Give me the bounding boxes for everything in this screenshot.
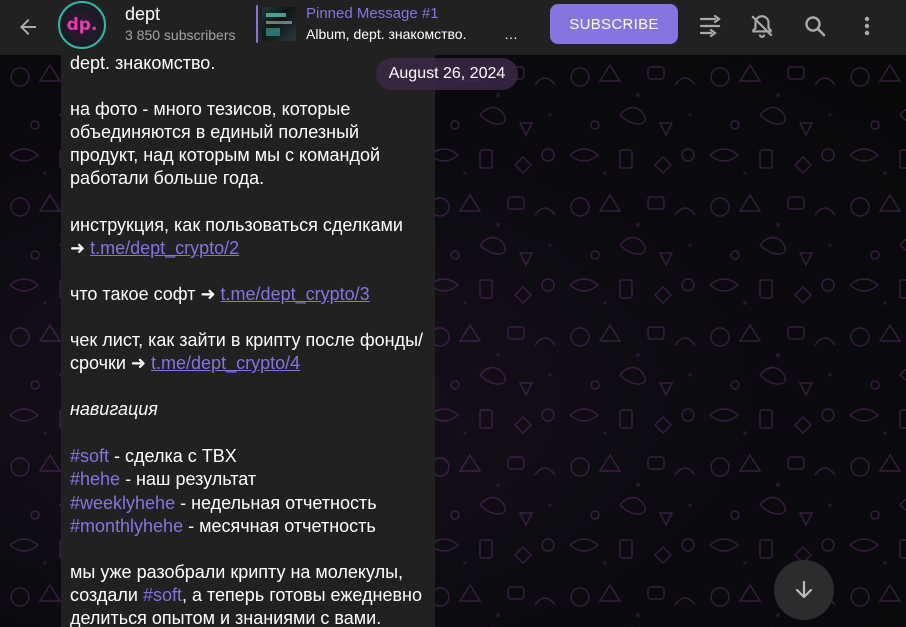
channel-title[interactable]: dept bbox=[125, 4, 160, 25]
message-line: что такое софт ➜ t.me/dept_crypto/3 bbox=[70, 283, 370, 306]
tag-description: - месячная отчетность bbox=[183, 516, 376, 536]
message-line: чек лист, как зайти в крипту после фонды… bbox=[70, 330, 424, 350]
live-stream-icon bbox=[699, 14, 721, 38]
hashtag-weeklyhehe[interactable]: #weeklyhehe bbox=[70, 493, 175, 513]
message-text: срочки ➜ bbox=[70, 353, 152, 373]
hashtag-soft[interactable]: #soft bbox=[143, 585, 182, 605]
message-line: ➜ t.me/dept_crypto/2 bbox=[70, 237, 239, 260]
date-separator: August 26, 2024 bbox=[376, 58, 518, 90]
search-button[interactable] bbox=[799, 10, 831, 42]
arrow-left-icon bbox=[20, 19, 36, 35]
message-text: , а теперь готовы ежедневно bbox=[181, 585, 422, 605]
subscribe-button[interactable]: SUBSCRIBE bbox=[550, 4, 678, 44]
notifications-off-icon bbox=[751, 15, 773, 38]
message-line: объединяются в единый полезный bbox=[70, 122, 360, 142]
message-text: создали bbox=[70, 585, 143, 605]
tag-line: #monthlyhehe - месячная отчетность bbox=[70, 515, 376, 538]
message-line: создали #soft, а теперь готовы ежедневно bbox=[70, 584, 422, 607]
hashtag-hehe[interactable]: #hehe bbox=[70, 469, 120, 489]
tag-description: - сделка с TBX bbox=[109, 446, 237, 466]
tag-line: #weeklyhehe - недельная отчетность bbox=[70, 492, 377, 515]
more-menu-button[interactable] bbox=[851, 10, 883, 42]
message-line: работали больше года. bbox=[70, 168, 265, 188]
message-line: срочки ➜ t.me/dept_crypto/4 bbox=[70, 352, 300, 375]
arrow-glyph: ➜ bbox=[70, 238, 91, 258]
pinned-preview-text: Album, dept. знакомство. bbox=[306, 26, 467, 42]
pinned-message[interactable]: Pinned Message #1 Album, dept. знакомств… bbox=[256, 5, 524, 43]
message-line: делиться опытом и знаниями с вами. bbox=[70, 608, 382, 627]
chat-header: dp. dept 3 850 subscribers Pinned Messag… bbox=[0, 0, 906, 55]
live-stream-button[interactable] bbox=[694, 10, 726, 42]
link-dept-crypto-2[interactable]: t.me/dept_crypto/2 bbox=[90, 238, 239, 258]
arrow-down-icon bbox=[795, 580, 813, 599]
back-button[interactable] bbox=[12, 11, 44, 43]
subscriber-count: 3 850 subscribers bbox=[125, 27, 236, 43]
scroll-to-bottom-button[interactable] bbox=[774, 560, 834, 620]
message-line: продукт, над которым мы с командой bbox=[70, 145, 381, 165]
message-text: что такое софт ➜ bbox=[70, 284, 221, 304]
pinned-ellipsis: … bbox=[504, 26, 518, 42]
message-line: мы уже разобрали крипту на молекулы, bbox=[70, 562, 404, 582]
tag-line: #hehe - наш результат bbox=[70, 468, 256, 491]
pinned-thumbnail bbox=[262, 7, 296, 41]
hashtag-soft[interactable]: #soft bbox=[70, 446, 109, 466]
avatar-logo-text: dp. bbox=[66, 15, 98, 35]
message-bubble[interactable]: dept. знакомство. на фото - много тезисо… bbox=[61, 55, 435, 627]
link-dept-crypto-3[interactable]: t.me/dept_crypto/3 bbox=[221, 284, 370, 304]
tag-description: - недельная отчетность bbox=[175, 493, 377, 513]
message-line: на фото - много тезисов, которые bbox=[70, 99, 351, 119]
message-line: инструкция, как пользоваться сделками bbox=[70, 215, 403, 235]
hashtag-monthlyhehe[interactable]: #monthlyhehe bbox=[70, 516, 183, 536]
message-line: dept. знакомство. bbox=[70, 55, 216, 73]
pinned-indicator-bar bbox=[256, 5, 258, 43]
link-dept-crypto-4[interactable]: t.me/dept_crypto/4 bbox=[151, 353, 300, 373]
search-icon bbox=[805, 16, 826, 37]
chat-area[interactable]: dept. знакомство. на фото - много тезисо… bbox=[0, 55, 906, 627]
pinned-label: Pinned Message #1 bbox=[306, 5, 439, 22]
tag-line: #soft - сделка с TBX bbox=[70, 445, 237, 468]
navigation-heading: навигация bbox=[70, 399, 158, 419]
tag-description: - наш результат bbox=[120, 469, 257, 489]
mute-button[interactable] bbox=[746, 10, 778, 42]
channel-avatar[interactable]: dp. bbox=[58, 1, 106, 49]
more-vertical-icon bbox=[864, 16, 870, 36]
